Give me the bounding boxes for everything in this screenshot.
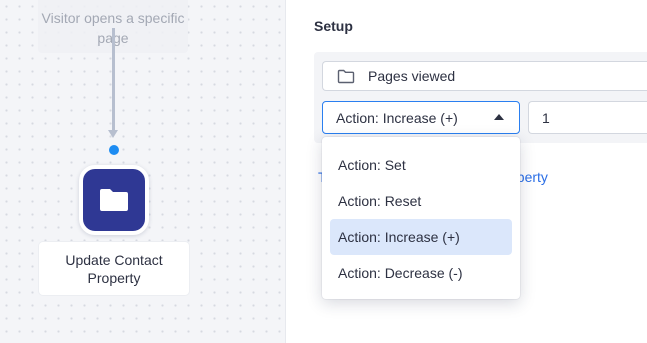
caret-up-icon bbox=[494, 114, 504, 120]
section-title: Setup bbox=[314, 18, 353, 34]
dropdown-option-increase[interactable]: Action: Increase (+) bbox=[330, 219, 512, 255]
action-label-text: Update Contact Property bbox=[65, 252, 163, 286]
connector-dot[interactable] bbox=[109, 145, 119, 155]
dropdown-option-set[interactable]: Action: Set bbox=[330, 147, 512, 183]
workflow-canvas[interactable]: Visitor opens a specific page Update Con… bbox=[0, 0, 286, 343]
folder-icon bbox=[100, 189, 128, 211]
folder-outline-icon bbox=[337, 69, 355, 84]
connector-arrow-icon bbox=[108, 130, 118, 138]
action-select-value: Action: Increase (+) bbox=[336, 109, 458, 126]
dropdown-option-reset[interactable]: Action: Reset bbox=[330, 183, 512, 219]
action-select[interactable]: Action: Increase (+) bbox=[322, 101, 520, 134]
connector-line bbox=[112, 28, 115, 132]
action-node-label[interactable]: Update Contact Property bbox=[39, 242, 189, 295]
dropdown-option-decrease[interactable]: Action: Decrease (-) bbox=[330, 255, 512, 291]
amount-value: 1 bbox=[542, 109, 550, 126]
action-dropdown-menu: Action: Set Action: Reset Action: Increa… bbox=[322, 137, 520, 299]
property-field[interactable]: Pages viewed bbox=[322, 61, 647, 91]
action-node[interactable] bbox=[79, 165, 149, 235]
property-value: Pages viewed bbox=[368, 68, 456, 84]
amount-input[interactable]: 1 bbox=[528, 101, 647, 134]
